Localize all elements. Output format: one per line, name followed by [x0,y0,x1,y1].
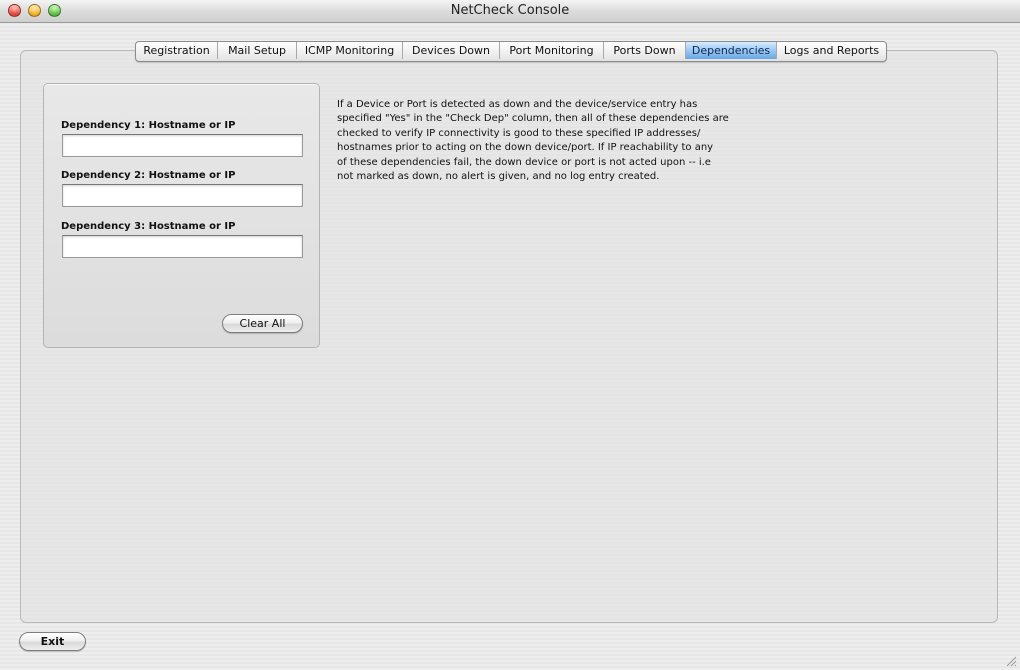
tab-logs-and-reports[interactable]: Logs and Reports [777,42,886,59]
tab-bar: Registration Mail Setup ICMP Monitoring … [135,41,887,62]
dependency-3-input[interactable] [62,235,303,258]
clear-all-button[interactable]: Clear All [222,314,303,333]
tab-port-monitoring[interactable]: Port Monitoring [500,42,604,59]
dependency-1-label: Dependency 1: Hostname or IP [61,120,236,131]
dependencies-description: If a Device or Port is detected as down … [337,99,729,183]
tab-registration[interactable]: Registration [136,42,218,59]
resize-grip-icon[interactable] [1005,655,1017,667]
tab-ports-down[interactable]: Ports Down [604,42,686,59]
tab-mail-setup[interactable]: Mail Setup [218,42,297,59]
dependency-1-input[interactable] [62,134,303,157]
dependency-2-input[interactable] [62,184,303,207]
dependency-2-label: Dependency 2: Hostname or IP [61,170,236,181]
tab-devices-down[interactable]: Devices Down [403,42,500,59]
exit-button[interactable]: Exit [19,632,86,651]
dependency-3-label: Dependency 3: Hostname or IP [61,221,236,232]
window-title: NetCheck Console [450,3,570,18]
tab-dependencies[interactable]: Dependencies [686,42,777,59]
tab-icmp-monitoring[interactable]: ICMP Monitoring [297,42,403,59]
title-bar[interactable]: NetCheck Console [0,0,1020,23]
app-window: NetCheck Console Registration Mail Setup… [0,0,1020,670]
